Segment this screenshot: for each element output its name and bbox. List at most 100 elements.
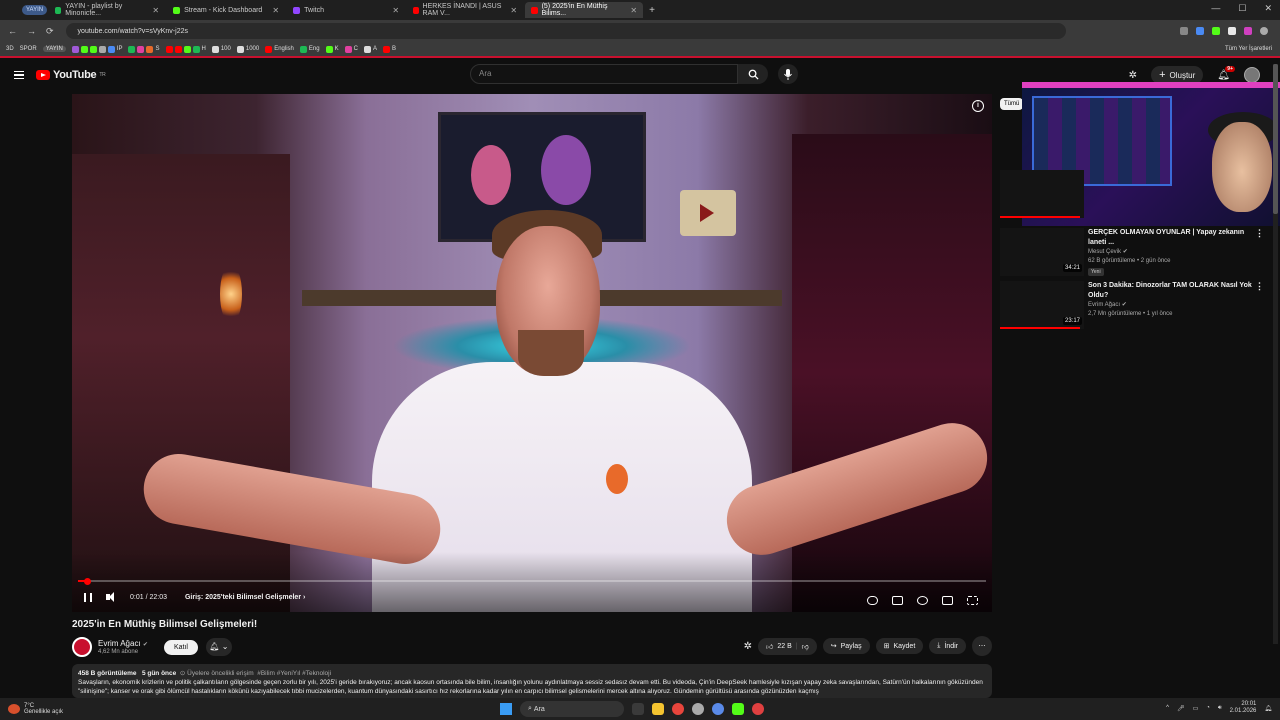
bookmark[interactable]: SPOR [20, 46, 37, 52]
info-icon[interactable]: i [972, 100, 984, 112]
extension-icon[interactable] [1180, 27, 1188, 35]
filter-chip-all[interactable]: Tümü [1000, 98, 1024, 110]
notifications-button[interactable]: 🔔︎ 9+ [1217, 65, 1235, 81]
mic-icon[interactable]: 🎤︎ [1177, 705, 1185, 712]
like-button[interactable]: 👍︎ 22 B | 👎︎ [758, 637, 817, 655]
chapter-title[interactable]: Giriş: 2025'teki Bilimsel Gelişmeler › [185, 594, 305, 601]
bookmark[interactable]: B [382, 45, 396, 53]
bookmark[interactable]: C [344, 45, 358, 53]
download-button[interactable]: ⤓ İndir [929, 638, 966, 654]
subscription-bell-button[interactable]: 🔔︎ ⌄ [205, 638, 232, 656]
fullscreen-icon[interactable] [967, 596, 978, 605]
close-icon[interactable]: ✕ [510, 6, 517, 15]
chrome-icon[interactable] [672, 703, 684, 715]
bookmark[interactable]: YAYIN [42, 46, 66, 52]
video-player[interactable]: i 0:01 / 22:03 Giriş: 2025'teki Bilimsel… [72, 94, 992, 612]
browser-tab[interactable]: HERKES İNANDI | ASUS RAM V... ✕ [407, 2, 523, 18]
recommendation-item[interactable] [1000, 170, 1270, 220]
bookmark[interactable]: S [128, 45, 160, 53]
progress-handle[interactable] [84, 577, 92, 585]
volume-icon[interactable] [106, 592, 118, 602]
join-button[interactable]: Katıl [163, 639, 198, 655]
avatar[interactable] [1244, 67, 1260, 83]
video-thumbnail[interactable]: 23:17 [1000, 281, 1084, 329]
youtube-logo[interactable]: YouTube TR [36, 69, 106, 81]
pause-icon[interactable] [84, 592, 92, 602]
taskbar-search[interactable]: ⌕ Ara [520, 701, 624, 717]
autoplay-toggle-icon[interactable] [867, 596, 878, 605]
dislike-icon[interactable]: 👎︎ [802, 642, 809, 651]
recommendation-item[interactable]: 34:21 GERÇEK OLMAYAN OYUNLAR | Yapay zek… [1000, 228, 1270, 278]
url-field[interactable]: youtube.com/watch?v=sVyKnv-j22s [65, 23, 1066, 39]
settings-icon[interactable] [712, 703, 724, 715]
notification-bell-icon[interactable]: 🔔︎ [1264, 705, 1272, 712]
channel-name[interactable]: Evrim Ağacı ✔ [98, 639, 148, 648]
channel-name[interactable]: Mesut Çevik ✔ [1088, 248, 1128, 255]
extension-icon[interactable] [1196, 27, 1204, 35]
tab-group-label[interactable]: YAYIN [22, 5, 48, 15]
channel-name[interactable]: Evrim Ağacı ✔ [1088, 301, 1127, 308]
theater-mode-icon[interactable] [942, 596, 953, 605]
bookmark[interactable]: A [363, 45, 377, 53]
minimize-icon[interactable]: — [1211, 3, 1220, 14]
recommendation-item[interactable]: 23:17 Son 3 Dakika: Dinozorlar TAM OLARA… [1000, 281, 1270, 331]
wifi-icon[interactable]: ◔ [1206, 705, 1210, 711]
weather-widget[interactable]: 7°C Genellikle açık [8, 703, 63, 715]
video-title[interactable]: Son 3 Dakika: Dinozorlar TAM OLARAK Nası… [1088, 281, 1258, 301]
bookmark[interactable]: K [325, 45, 339, 53]
more-icon[interactable]: ⋮ [1255, 281, 1264, 292]
back-icon[interactable]: ← [8, 26, 17, 37]
maximize-icon[interactable]: ☐ [1238, 3, 1246, 14]
task-view-icon[interactable] [632, 703, 644, 715]
video-title[interactable]: GERÇEK OLMAYAN OYUNLAR | Yapay zekanın l… [1088, 228, 1258, 248]
extension-icon[interactable] [1244, 27, 1252, 35]
video-thumbnail[interactable] [1000, 170, 1084, 218]
volume-icon[interactable]: 🔊︎ [1218, 705, 1222, 712]
reload-icon[interactable]: ⟳ [46, 26, 54, 37]
menu-icon[interactable] [14, 71, 24, 79]
forward-icon[interactable]: → [27, 26, 36, 37]
all-bookmarks[interactable]: Tüm Yer İşaretleri [1225, 46, 1272, 52]
close-icon[interactable]: ✕ [392, 6, 399, 15]
more-actions-button[interactable]: ⋯ [972, 636, 992, 656]
bookmark[interactable]: H [165, 45, 206, 53]
extension-icon[interactable] [1212, 27, 1220, 35]
browser-tab[interactable]: Stream - Kick Dashboard ✕ [167, 2, 285, 18]
share-button[interactable]: ↪ Paylaş [822, 638, 870, 654]
more-icon[interactable]: ⋮ [1255, 228, 1264, 239]
close-icon[interactable]: ✕ [630, 6, 637, 15]
bookmark[interactable]: Eng [299, 45, 320, 53]
file-explorer-icon[interactable] [652, 703, 664, 715]
bookmark[interactable]: IP [71, 45, 122, 53]
scrollbar-thumb[interactable] [1273, 64, 1278, 214]
bookmark[interactable]: 100 [211, 45, 231, 53]
voice-search-button[interactable] [778, 64, 798, 84]
network-icon[interactable]: ▭ [1193, 705, 1199, 712]
description-box[interactable]: 458 B görüntüleme 5 gün önce ⊙ Üyelere ö… [72, 664, 992, 698]
bookmark[interactable]: 1000 [236, 45, 259, 53]
close-window-icon[interactable]: ✕ [1264, 3, 1272, 14]
clock[interactable]: 20:01 2.01.2026 [1230, 701, 1257, 715]
hashtags[interactable]: #Bilim #YeniYıl #Teknoloji [257, 670, 331, 677]
cast-icon[interactable]: ✲ [1129, 70, 1137, 81]
media-player-icon[interactable] [732, 703, 744, 715]
ask-icon[interactable]: ✲ [744, 641, 752, 652]
scrollbar[interactable] [1273, 64, 1278, 644]
video-thumbnail[interactable]: 34:21 [1000, 228, 1084, 276]
new-tab-icon[interactable]: + [649, 5, 655, 16]
bookmark[interactable]: English [265, 45, 294, 53]
browser-tab[interactable]: YAYIN - playlist by Minonicfe... ✕ [49, 2, 165, 18]
profile-icon[interactable] [1260, 27, 1268, 35]
settings-icon[interactable] [917, 596, 928, 605]
close-icon[interactable]: ✕ [152, 6, 159, 15]
obs-icon[interactable] [692, 703, 704, 715]
browser-tab-active[interactable]: (5) 2025'in En Müthiş Bilims... ✕ [525, 2, 644, 18]
channel-avatar[interactable] [72, 637, 92, 657]
progress-bar[interactable] [78, 577, 986, 585]
close-icon[interactable]: ✕ [272, 6, 279, 15]
search-input[interactable]: Ara [470, 64, 738, 84]
search-button[interactable] [738, 64, 768, 84]
tray-expand-icon[interactable]: ^ [1166, 705, 1169, 711]
subtitles-icon[interactable] [892, 596, 903, 605]
extension-icon[interactable] [1228, 27, 1236, 35]
